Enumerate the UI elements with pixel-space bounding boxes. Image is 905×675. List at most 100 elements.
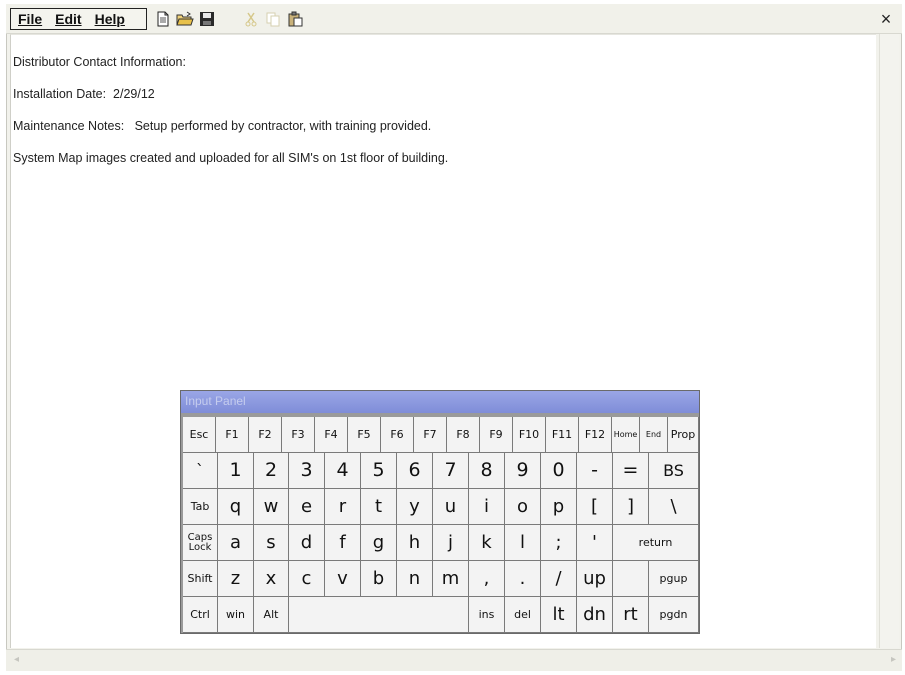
menu-edit[interactable]: Edit <box>48 11 87 27</box>
key-sym96[interactable]: ` <box>183 453 218 489</box>
key-del[interactable]: del <box>505 597 541 633</box>
key-7[interactable]: 7 <box>433 453 469 489</box>
key-dn[interactable]: dn <box>577 597 613 633</box>
key-f2[interactable]: F2 <box>249 417 282 453</box>
key-lt[interactable]: lt <box>541 597 577 633</box>
key-blank[interactable] <box>289 597 469 633</box>
key-f11[interactable]: F11 <box>546 417 579 453</box>
key-y[interactable]: y <box>397 489 433 525</box>
key-bs[interactable]: BS <box>649 453 699 489</box>
key-home[interactable]: Home <box>612 417 640 453</box>
scroll-right-icon[interactable]: ▸ <box>891 654 896 665</box>
key-e[interactable]: e <box>289 489 325 525</box>
key-caps-lock[interactable]: Caps Lock <box>183 525 218 561</box>
menu-help[interactable]: Help <box>88 11 131 27</box>
key-2[interactable]: 2 <box>254 453 289 489</box>
scroll-left-icon[interactable]: ◂ <box>14 654 19 665</box>
copy-icon[interactable] <box>264 11 282 27</box>
key-3[interactable]: 3 <box>289 453 325 489</box>
key-i[interactable]: i <box>469 489 505 525</box>
key-c[interactable]: c <box>289 561 325 597</box>
menu-file[interactable]: File <box>11 11 48 27</box>
save-icon[interactable] <box>198 11 216 27</box>
key-f7[interactable]: F7 <box>414 417 447 453</box>
key-up[interactable]: up <box>577 561 613 597</box>
key-x[interactable]: x <box>254 561 289 597</box>
key-r[interactable]: r <box>325 489 361 525</box>
key-sym44[interactable]: , <box>469 561 505 597</box>
key-u[interactable]: u <box>433 489 469 525</box>
key-prop[interactable]: Prop <box>668 417 699 453</box>
key-f4[interactable]: F4 <box>315 417 348 453</box>
key-end[interactable]: End <box>640 417 668 453</box>
horizontal-scrollbar[interactable]: ◂ ▸ <box>6 649 902 671</box>
vertical-scrollbar[interactable] <box>879 34 899 648</box>
paste-icon[interactable] <box>286 11 304 27</box>
key-p[interactable]: p <box>541 489 577 525</box>
key-v[interactable]: v <box>325 561 361 597</box>
key-sym92[interactable]: \ <box>649 489 699 525</box>
new-icon[interactable] <box>154 11 172 27</box>
key-win[interactable]: win <box>218 597 254 633</box>
keyboard-title-bar[interactable]: Input Panel <box>181 391 699 413</box>
key-m[interactable]: m <box>433 561 469 597</box>
key-b[interactable]: b <box>361 561 397 597</box>
key-8[interactable]: 8 <box>469 453 505 489</box>
key-esc[interactable]: Esc <box>183 417 216 453</box>
key-f9[interactable]: F9 <box>480 417 513 453</box>
key-blank[interactable] <box>613 561 649 597</box>
key-pgdn[interactable]: pgdn <box>649 597 699 633</box>
key-f12[interactable]: F12 <box>579 417 612 453</box>
key-j[interactable]: j <box>433 525 469 561</box>
key-4[interactable]: 4 <box>325 453 361 489</box>
key-pgup[interactable]: pgup <box>649 561 699 597</box>
key-f1[interactable]: F1 <box>216 417 249 453</box>
key-0[interactable]: 0 <box>541 453 577 489</box>
key-f[interactable]: f <box>325 525 361 561</box>
key-ins[interactable]: ins <box>469 597 505 633</box>
key-k[interactable]: k <box>469 525 505 561</box>
key-sym47[interactable]: / <box>541 561 577 597</box>
open-icon[interactable] <box>176 11 194 27</box>
key-s[interactable]: s <box>254 525 289 561</box>
key-t[interactable]: t <box>361 489 397 525</box>
key-d[interactable]: d <box>289 525 325 561</box>
key-return[interactable]: return <box>613 525 699 561</box>
key-1[interactable]: 1 <box>218 453 254 489</box>
cut-icon[interactable] <box>242 11 260 27</box>
key-rt[interactable]: rt <box>613 597 649 633</box>
key--[interactable]: - <box>577 453 613 489</box>
key-g[interactable]: g <box>361 525 397 561</box>
key-sym39[interactable]: ' <box>577 525 613 561</box>
key-tab[interactable]: Tab <box>183 489 218 525</box>
key-h[interactable]: h <box>397 525 433 561</box>
key-f6[interactable]: F6 <box>381 417 414 453</box>
menu-group: File Edit Help <box>10 8 147 30</box>
key-9[interactable]: 9 <box>505 453 541 489</box>
key-f5[interactable]: F5 <box>348 417 381 453</box>
key-z[interactable]: z <box>218 561 254 597</box>
soft-keyboard: Input Panel Esc F1 F2 F3 F4 F5 F6 F7 F8 F9 F10 F11 F… <box>180 390 700 634</box>
menu-bar: File Edit Help × <box>6 4 902 34</box>
key-5[interactable]: 5 <box>361 453 397 489</box>
key-f10[interactable]: F10 <box>513 417 546 453</box>
key-o[interactable]: o <box>505 489 541 525</box>
key-sym93[interactable]: ] <box>613 489 649 525</box>
keyboard-title: Input Panel <box>185 394 246 408</box>
key-sym91[interactable]: [ <box>577 489 613 525</box>
key-shift[interactable]: Shift <box>183 561 218 597</box>
key-a[interactable]: a <box>218 525 254 561</box>
key-ctrl[interactable]: Ctrl <box>183 597 218 633</box>
key-alt[interactable]: Alt <box>254 597 289 633</box>
key-w[interactable]: w <box>254 489 289 525</box>
key-f8[interactable]: F8 <box>447 417 480 453</box>
key-6[interactable]: 6 <box>397 453 433 489</box>
key-q[interactable]: q <box>218 489 254 525</box>
key-f3[interactable]: F3 <box>282 417 315 453</box>
key-l[interactable]: l <box>505 525 541 561</box>
close-button[interactable]: × <box>876 8 896 30</box>
key-sym61[interactable]: = <box>613 453 649 489</box>
key-n[interactable]: n <box>397 561 433 597</box>
key-sym59[interactable]: ; <box>541 525 577 561</box>
key-sym46[interactable]: . <box>505 561 541 597</box>
